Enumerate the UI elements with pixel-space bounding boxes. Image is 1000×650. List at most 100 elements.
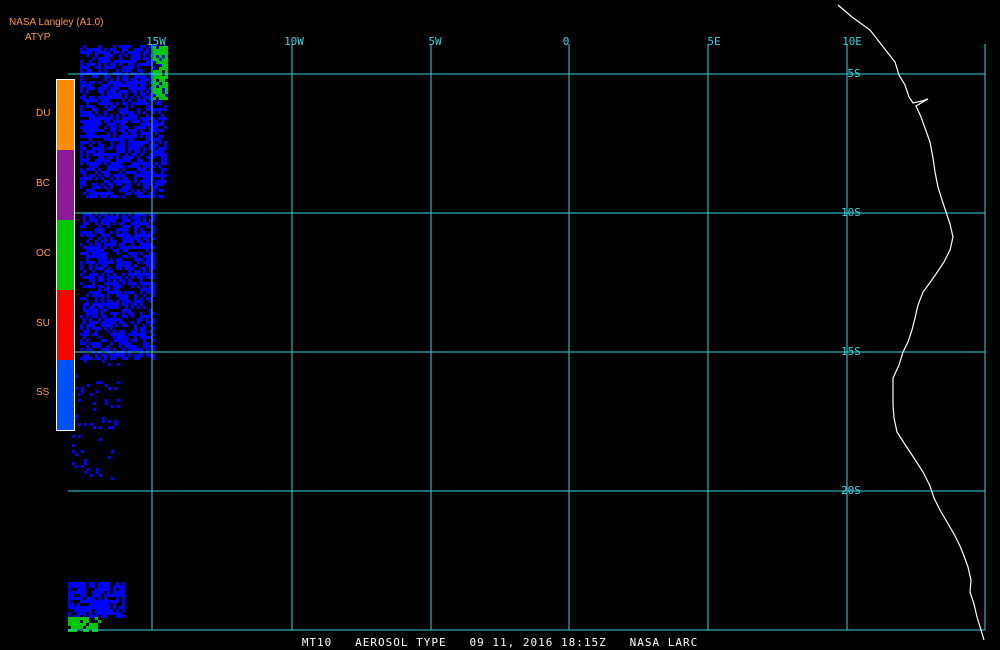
aerosol-pixel bbox=[92, 114, 95, 117]
aerosol-pixel bbox=[95, 66, 98, 69]
aerosol-pixel bbox=[110, 90, 113, 93]
aerosol-pixel bbox=[113, 243, 116, 246]
aerosol-pixel bbox=[98, 168, 101, 171]
aerosol-pixel bbox=[113, 51, 116, 54]
aerosol-pixel bbox=[114, 387, 117, 390]
aerosol-pixel bbox=[104, 612, 107, 615]
aerosol-pixel bbox=[119, 294, 122, 297]
aerosol-pixel bbox=[125, 216, 128, 219]
aerosol-pixel bbox=[104, 162, 107, 165]
aerosol-pixel bbox=[128, 345, 131, 348]
aerosol-pixel bbox=[140, 126, 143, 129]
aerosol-pixel bbox=[162, 94, 165, 97]
aerosol-pixel bbox=[80, 150, 83, 153]
aerosol-pixel bbox=[155, 132, 158, 135]
aerosol-pixel bbox=[113, 162, 116, 165]
aerosol-pixel bbox=[110, 219, 113, 222]
aerosol-pixel bbox=[116, 117, 119, 120]
aerosol-pixel bbox=[98, 135, 101, 138]
aerosol-pixel bbox=[101, 159, 104, 162]
aerosol-pixel bbox=[143, 177, 146, 180]
aerosol-pixel bbox=[107, 324, 110, 327]
aerosol-pixel bbox=[92, 162, 95, 165]
aerosol-pixel bbox=[158, 108, 161, 111]
aerosol-pixel bbox=[101, 147, 104, 150]
aerosol-pixel bbox=[110, 138, 113, 141]
aerosol-pixel bbox=[125, 105, 128, 108]
aerosol-pixel bbox=[119, 150, 122, 153]
aerosol-pixel bbox=[95, 195, 98, 198]
aerosol-pixel bbox=[89, 237, 92, 240]
aerosol-pixel bbox=[92, 63, 95, 66]
aerosol-pixel bbox=[146, 291, 149, 294]
aerosol-pixel bbox=[153, 97, 156, 100]
aerosol-pixel bbox=[162, 67, 165, 70]
aerosol-pixel bbox=[134, 78, 137, 81]
aerosol-pixel bbox=[143, 315, 146, 318]
aerosol-pixel bbox=[104, 111, 107, 114]
aerosol-pixel bbox=[143, 216, 146, 219]
aerosol-pixel bbox=[140, 291, 143, 294]
aerosol-pixel bbox=[134, 132, 137, 135]
aerosol-pixel bbox=[98, 48, 101, 51]
aerosol-pixel bbox=[95, 54, 98, 57]
aerosol-pixel bbox=[119, 162, 122, 165]
aerosol-pixel bbox=[140, 228, 143, 231]
aerosol-pixel bbox=[137, 219, 140, 222]
aerosol-pixel bbox=[104, 120, 107, 123]
aerosol-pixel bbox=[89, 255, 92, 258]
aerosol-pixel bbox=[83, 126, 86, 129]
aerosol-pixel bbox=[125, 96, 128, 99]
aerosol-pixel bbox=[143, 174, 146, 177]
aerosol-pixel bbox=[101, 615, 104, 618]
aerosol-pixel bbox=[104, 96, 107, 99]
aerosol-pixel bbox=[116, 336, 119, 339]
lat-label-5s: 5S bbox=[847, 67, 860, 80]
aerosol-pixel bbox=[113, 48, 116, 51]
aerosol-pixel bbox=[92, 309, 95, 312]
aerosol-pixel bbox=[119, 174, 122, 177]
aerosol-pixel bbox=[140, 132, 143, 135]
aerosol-pixel bbox=[95, 600, 98, 603]
aerosol-pixel bbox=[111, 405, 114, 408]
aerosol-pixel bbox=[131, 102, 134, 105]
aerosol-pixel bbox=[116, 312, 119, 315]
aerosol-pixel bbox=[104, 321, 107, 324]
aerosol-pixel bbox=[98, 81, 101, 84]
aerosol-pixel bbox=[158, 138, 161, 141]
aerosol-pixel bbox=[89, 231, 92, 234]
aerosol-pixel bbox=[104, 348, 107, 351]
aerosol-pixel bbox=[92, 273, 95, 276]
aerosol-pixel bbox=[110, 108, 113, 111]
aerosol-pixel bbox=[95, 594, 98, 597]
aerosol-pixel bbox=[128, 309, 131, 312]
aerosol-pixel bbox=[113, 153, 116, 156]
aerosol-pixel bbox=[86, 153, 89, 156]
aerosol-pixel bbox=[116, 594, 119, 597]
aerosol-pixel bbox=[98, 303, 101, 306]
aerosol-pixel bbox=[89, 318, 92, 321]
aerosol-pixel bbox=[83, 594, 86, 597]
aerosol-pixel bbox=[131, 141, 134, 144]
aerosol-pixel bbox=[113, 339, 116, 342]
aerosol-pixel bbox=[107, 90, 110, 93]
aerosol-pixel bbox=[101, 321, 104, 324]
aerosol-pixel bbox=[161, 195, 164, 198]
aerosol-pixel bbox=[158, 180, 161, 183]
aerosol-pixel bbox=[107, 267, 110, 270]
aerosol-pixel bbox=[137, 51, 140, 54]
aerosol-pixel bbox=[71, 626, 74, 629]
aerosol-pixel bbox=[83, 606, 86, 609]
aerosol-pixel bbox=[155, 162, 158, 165]
aerosol-pixel bbox=[113, 276, 116, 279]
aerosol-pixel bbox=[98, 57, 101, 60]
legend-swatch-ss bbox=[57, 360, 74, 430]
aerosol-pixel bbox=[110, 600, 113, 603]
aerosol-pixel bbox=[113, 591, 116, 594]
aerosol-pixel bbox=[95, 273, 98, 276]
aerosol-pixel bbox=[92, 626, 95, 629]
aerosol-pixel bbox=[95, 192, 98, 195]
aerosol-pixel bbox=[101, 195, 104, 198]
aerosol-pixel bbox=[122, 141, 125, 144]
aerosol-pixel bbox=[89, 623, 92, 626]
